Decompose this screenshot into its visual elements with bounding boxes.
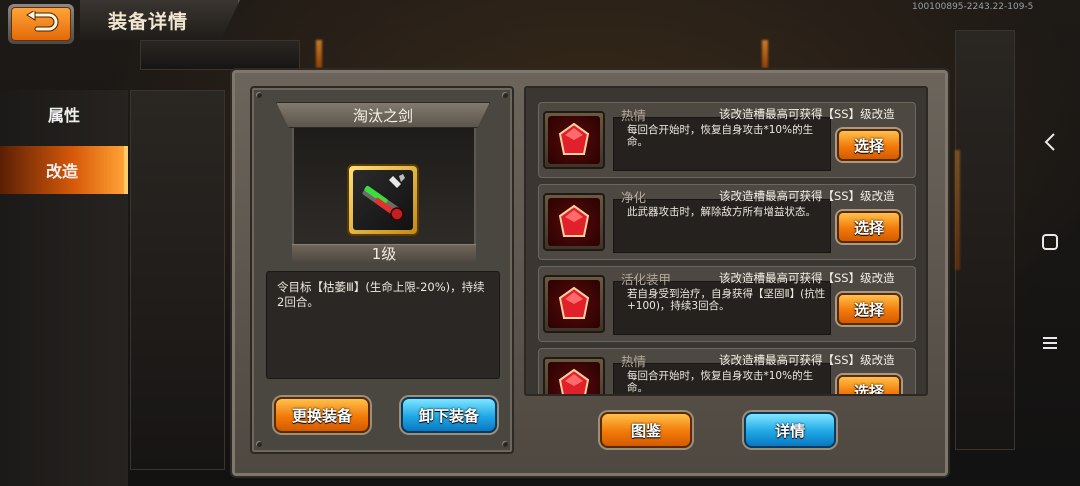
modification-description: 若自身受到治疗，自身获得【坚固Ⅱ】(抗性+100)，持续3回合。 bbox=[627, 288, 826, 312]
modification-name: 净化 bbox=[621, 190, 647, 205]
background-panel bbox=[955, 30, 1015, 450]
modification-limit: 该改造槽最高可获得【SS】级改造 bbox=[719, 107, 895, 121]
nav-item-label: 改造 bbox=[45, 162, 78, 181]
modification-gem bbox=[543, 357, 605, 394]
modification-name: 活化装甲 bbox=[621, 272, 672, 287]
equipment-name-plate: 淘汰之剑 bbox=[276, 102, 490, 128]
side-nav: 属性 改造 bbox=[0, 90, 128, 486]
top-bar: 装备详情 100100895-2243.22-109-5 bbox=[0, 0, 1080, 44]
version-text: 100100895-2243.22-109-5 bbox=[912, 2, 1034, 12]
system-navigation-bar bbox=[1020, 0, 1080, 486]
rivet bbox=[502, 441, 508, 447]
red-gem-icon bbox=[558, 122, 590, 155]
equipment-name: 淘汰之剑 bbox=[352, 106, 413, 125]
modification-limit: 该改造槽最高可获得【SS】级改造 bbox=[719, 271, 895, 285]
equipment-description-box: 令目标【枯萎Ⅲ】(生命上限-20%)，持续2回合。 bbox=[266, 271, 500, 379]
nav-item-modification[interactable]: 改造 bbox=[0, 146, 128, 194]
modification-slot: 活化装甲 该改造槽最高可获得【SS】级改造 若自身受到治疗，自身获得【坚固Ⅱ】(… bbox=[538, 266, 916, 342]
modification-gem bbox=[543, 111, 605, 169]
modification-slot: 净化 该改造槽最高可获得【SS】级改造 此武器攻击时，解除敌方所有增益状态。 选… bbox=[538, 184, 916, 260]
unequip-button[interactable]: 卸下装备 bbox=[401, 397, 497, 433]
atlas-button[interactable]: 图鉴 bbox=[600, 412, 692, 448]
modification-description: 每回合开始时，恢复自身攻击*10%的生命。 bbox=[627, 370, 814, 394]
modification-name: 热情 bbox=[621, 108, 647, 123]
modification-name: 热情 bbox=[621, 354, 647, 369]
rivet bbox=[256, 441, 262, 447]
replace-equipment-button[interactable]: 更换装备 bbox=[274, 397, 370, 433]
background-panel bbox=[140, 40, 300, 70]
button-label: 详情 bbox=[774, 421, 805, 440]
nav-item-label: 属性 bbox=[47, 106, 80, 125]
modification-description: 每回合开始时，恢复自身攻击*10%的生命。 bbox=[627, 124, 814, 148]
details-button[interactable]: 详情 bbox=[744, 412, 836, 448]
button-label: 图鉴 bbox=[630, 421, 661, 440]
modification-description: 此武器攻击时，解除敌方所有增益状态。 bbox=[627, 206, 816, 218]
select-button[interactable]: 选择 bbox=[837, 375, 901, 394]
background-light bbox=[955, 150, 960, 270]
sword-weapon-icon bbox=[362, 174, 405, 221]
back-button[interactable] bbox=[8, 4, 74, 44]
red-gem-icon bbox=[558, 286, 590, 319]
button-label: 卸下装备 bbox=[418, 406, 479, 425]
red-gem-icon bbox=[558, 204, 590, 237]
rivet bbox=[502, 92, 508, 98]
equipment-level: 1级 bbox=[371, 245, 397, 263]
modification-slot: 热情 该改造槽最高可获得【SS】级改造 每回合开始时，恢复自身攻击*10%的生命… bbox=[538, 102, 916, 178]
background-light bbox=[762, 40, 768, 68]
game-screen: 装备详情 100100895-2243.22-109-5 属性 改造 淘汰之剑 bbox=[0, 0, 1080, 486]
modification-list[interactable]: 热情 该改造槽最高可获得【SS】级改造 每回合开始时，恢复自身攻击*10%的生命… bbox=[524, 86, 928, 396]
return-arrow-icon bbox=[23, 9, 59, 37]
nav-item-attributes[interactable]: 属性 bbox=[0, 90, 128, 138]
modification-gem bbox=[543, 193, 605, 251]
modification-limit: 该改造槽最高可获得【SS】级改造 bbox=[719, 353, 895, 367]
red-gem-icon bbox=[558, 368, 590, 394]
rivet bbox=[256, 92, 262, 98]
background-light bbox=[316, 40, 322, 68]
background-panel bbox=[130, 90, 225, 470]
select-button[interactable]: 选择 bbox=[837, 293, 901, 325]
back-chevron-icon[interactable] bbox=[1038, 130, 1062, 154]
modification-slot: 热情 该改造槽最高可获得【SS】级改造 每回合开始时，恢复自身攻击*10%的生命… bbox=[538, 348, 916, 394]
home-square-icon[interactable] bbox=[1038, 230, 1062, 254]
select-button[interactable]: 选择 bbox=[837, 129, 901, 161]
equipment-icon[interactable] bbox=[347, 164, 419, 236]
modification-limit: 该改造槽最高可获得【SS】级改造 bbox=[719, 189, 895, 203]
button-label: 更换装备 bbox=[291, 406, 352, 425]
equipment-description: 令目标【枯萎Ⅲ】(生命上限-20%)，持续2回合。 bbox=[277, 280, 485, 309]
menu-lines-icon[interactable] bbox=[1038, 331, 1062, 355]
select-button[interactable]: 选择 bbox=[837, 211, 901, 243]
page-title: 装备详情 bbox=[108, 11, 189, 33]
modification-gem bbox=[543, 275, 605, 333]
